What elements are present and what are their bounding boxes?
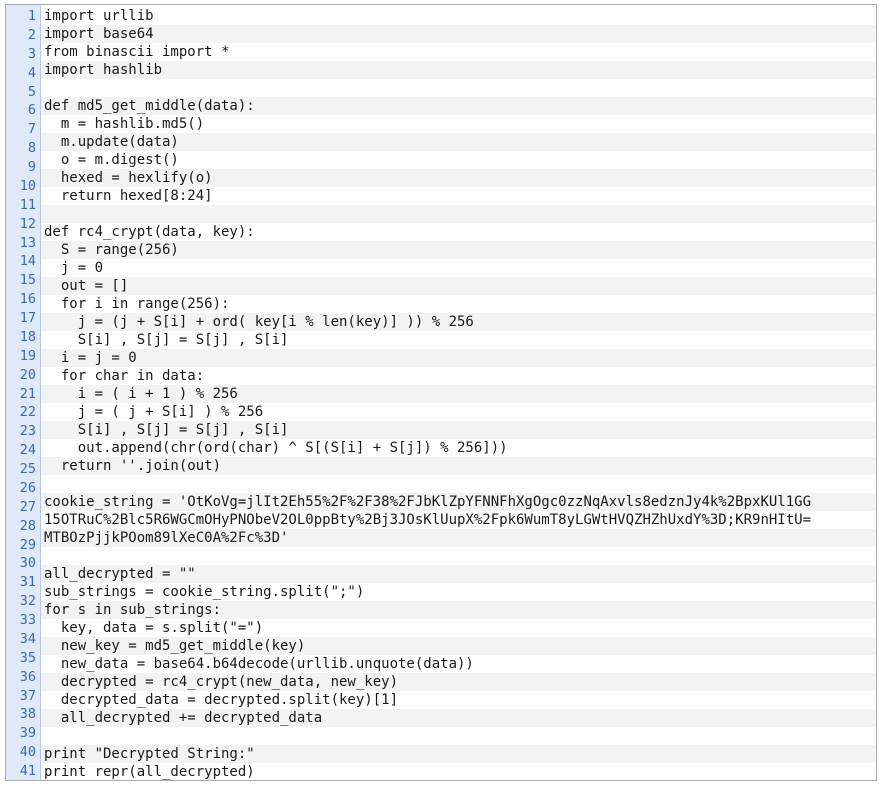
code-line: S = range(256) bbox=[44, 242, 179, 258]
code-line: for char in data: bbox=[44, 368, 205, 384]
code-line: all_decrypted = "" bbox=[44, 566, 196, 582]
line-number: 34 bbox=[19, 630, 36, 647]
line-number: 12 bbox=[19, 215, 36, 232]
code-line: return ''.join(out) bbox=[44, 458, 222, 474]
line-number: 16 bbox=[19, 291, 36, 308]
line-number: 19 bbox=[19, 347, 36, 364]
code-line: import base64 bbox=[44, 26, 154, 42]
line-number: 7 bbox=[27, 121, 36, 138]
line-number: 21 bbox=[19, 385, 36, 402]
line-number: 6 bbox=[27, 102, 36, 119]
line-number: 13 bbox=[19, 234, 36, 251]
code-row bbox=[41, 7, 876, 25]
code-row bbox=[41, 259, 876, 277]
code-line: i = j = 0 bbox=[44, 350, 137, 366]
line-number: 22 bbox=[19, 404, 36, 421]
code-line: decrypted = rc4_crypt(new_data, new_key) bbox=[44, 674, 399, 690]
line-number: 39 bbox=[19, 725, 36, 742]
line-number: 10 bbox=[19, 177, 36, 194]
line-number: 38 bbox=[19, 706, 36, 723]
code-row bbox=[41, 79, 876, 97]
code-line: return hexed[8:24] bbox=[44, 188, 213, 204]
line-number: 28 bbox=[19, 517, 36, 534]
code-row bbox=[41, 547, 876, 565]
line-number: 3 bbox=[27, 45, 36, 62]
line-number: 41 bbox=[19, 763, 36, 780]
line-number: 4 bbox=[27, 64, 36, 81]
line-number: 40 bbox=[19, 744, 36, 761]
code-line: new_key = md5_get_middle(key) bbox=[44, 638, 306, 654]
code-line: import hashlib bbox=[44, 62, 163, 78]
code-row bbox=[41, 349, 876, 367]
line-number: 25 bbox=[19, 461, 36, 478]
code-row bbox=[41, 61, 876, 79]
line-number: 24 bbox=[19, 442, 36, 459]
line-number: 9 bbox=[27, 159, 36, 176]
line-number: 11 bbox=[19, 196, 36, 213]
line-number-gutter: 1 2 3 4 5 6 7 8 9 10 11 12 13 14 15 16 17 18 19 20 21 22 23 24 2… bbox=[6, 5, 41, 780]
code-row bbox=[41, 475, 876, 493]
line-number: 29 bbox=[19, 536, 36, 553]
code-row bbox=[41, 205, 876, 223]
line-number: 32 bbox=[19, 593, 36, 610]
line-number: 2 bbox=[27, 26, 36, 43]
code-line: def md5_get_middle(data): bbox=[44, 98, 255, 114]
line-number: 27 bbox=[19, 498, 36, 515]
code-line: import urllib bbox=[44, 8, 154, 24]
line-number: 20 bbox=[19, 366, 36, 383]
code-line: m = hashlib.md5() bbox=[44, 116, 205, 132]
code-row bbox=[41, 25, 876, 43]
code-line: all_decrypted += decrypted_data bbox=[44, 710, 323, 726]
code-line: o = m.digest() bbox=[44, 152, 179, 168]
code-line: j = 0 bbox=[44, 260, 104, 276]
code-line: sub_strings = cookie_string.split(";") bbox=[44, 584, 365, 600]
code-line: for i in range(256): bbox=[44, 296, 230, 312]
code-line: i = ( i + 1 ) % 256 bbox=[44, 386, 238, 402]
line-number: 14 bbox=[19, 253, 36, 270]
line-number: 17 bbox=[19, 310, 36, 327]
code-viewer: 1 2 3 4 5 6 7 8 9 10 11 12 13 14 15 16 17 18 19 20 21 22 23 24 2… bbox=[5, 4, 877, 781]
line-number: 15 bbox=[19, 272, 36, 289]
line-number: 33 bbox=[19, 612, 36, 629]
code-line: S[i] , S[j] = S[j] , S[i] bbox=[44, 332, 289, 348]
line-number: 31 bbox=[19, 574, 36, 591]
line-number: 18 bbox=[19, 328, 36, 345]
line-number: 37 bbox=[19, 687, 36, 704]
line-number: 5 bbox=[27, 83, 36, 100]
code-row bbox=[41, 277, 876, 295]
code-line: j = ( j + S[i] ) % 256 bbox=[44, 404, 264, 420]
code-line: 15OTRuC%2Blc5R6WGCmOHyPNObeV2OL0ppBty%2B… bbox=[44, 512, 812, 528]
code-line: def rc4_crypt(data, key): bbox=[44, 224, 255, 240]
code-line: S[i] , S[j] = S[j] , S[i] bbox=[44, 422, 289, 438]
line-number: 23 bbox=[19, 423, 36, 440]
code-line: decrypted_data = decrypted.split(key)[1] bbox=[44, 692, 399, 708]
line-number: 1 bbox=[27, 8, 36, 24]
code-line: cookie_string = 'OtKoVg=jlIt2Eh55%2F%2F3… bbox=[44, 494, 812, 510]
line-number: 36 bbox=[19, 668, 36, 685]
code-line: print repr(all_decrypted) bbox=[44, 764, 255, 780]
code-line: key, data = s.split("=") bbox=[44, 620, 264, 636]
code-line: new_data = base64.b64decode(urllib.unquo… bbox=[44, 656, 474, 672]
line-number: 35 bbox=[19, 649, 36, 666]
code-line: out.append(chr(ord(char) ^ S[(S[i] + S[j… bbox=[44, 440, 508, 456]
code-line: j = (j + S[i] + ord( key[i % len(key)] )… bbox=[44, 314, 474, 330]
line-number: 30 bbox=[19, 555, 36, 572]
code-line: print "Decrypted String:" bbox=[44, 746, 255, 762]
code-line: from binascii import * bbox=[44, 44, 230, 60]
code-line: for s in sub_strings: bbox=[44, 602, 222, 618]
code-line: out = [] bbox=[44, 278, 129, 294]
code-line: MTBOzPjjkPOom89lXeC0A%2Fc%3D' bbox=[44, 530, 289, 546]
code-line: m.update(data) bbox=[44, 134, 179, 150]
line-number: 8 bbox=[27, 140, 36, 157]
code-line: hexed = hexlify(o) bbox=[44, 170, 213, 186]
line-number: 26 bbox=[19, 479, 36, 496]
code-row bbox=[41, 727, 876, 745]
